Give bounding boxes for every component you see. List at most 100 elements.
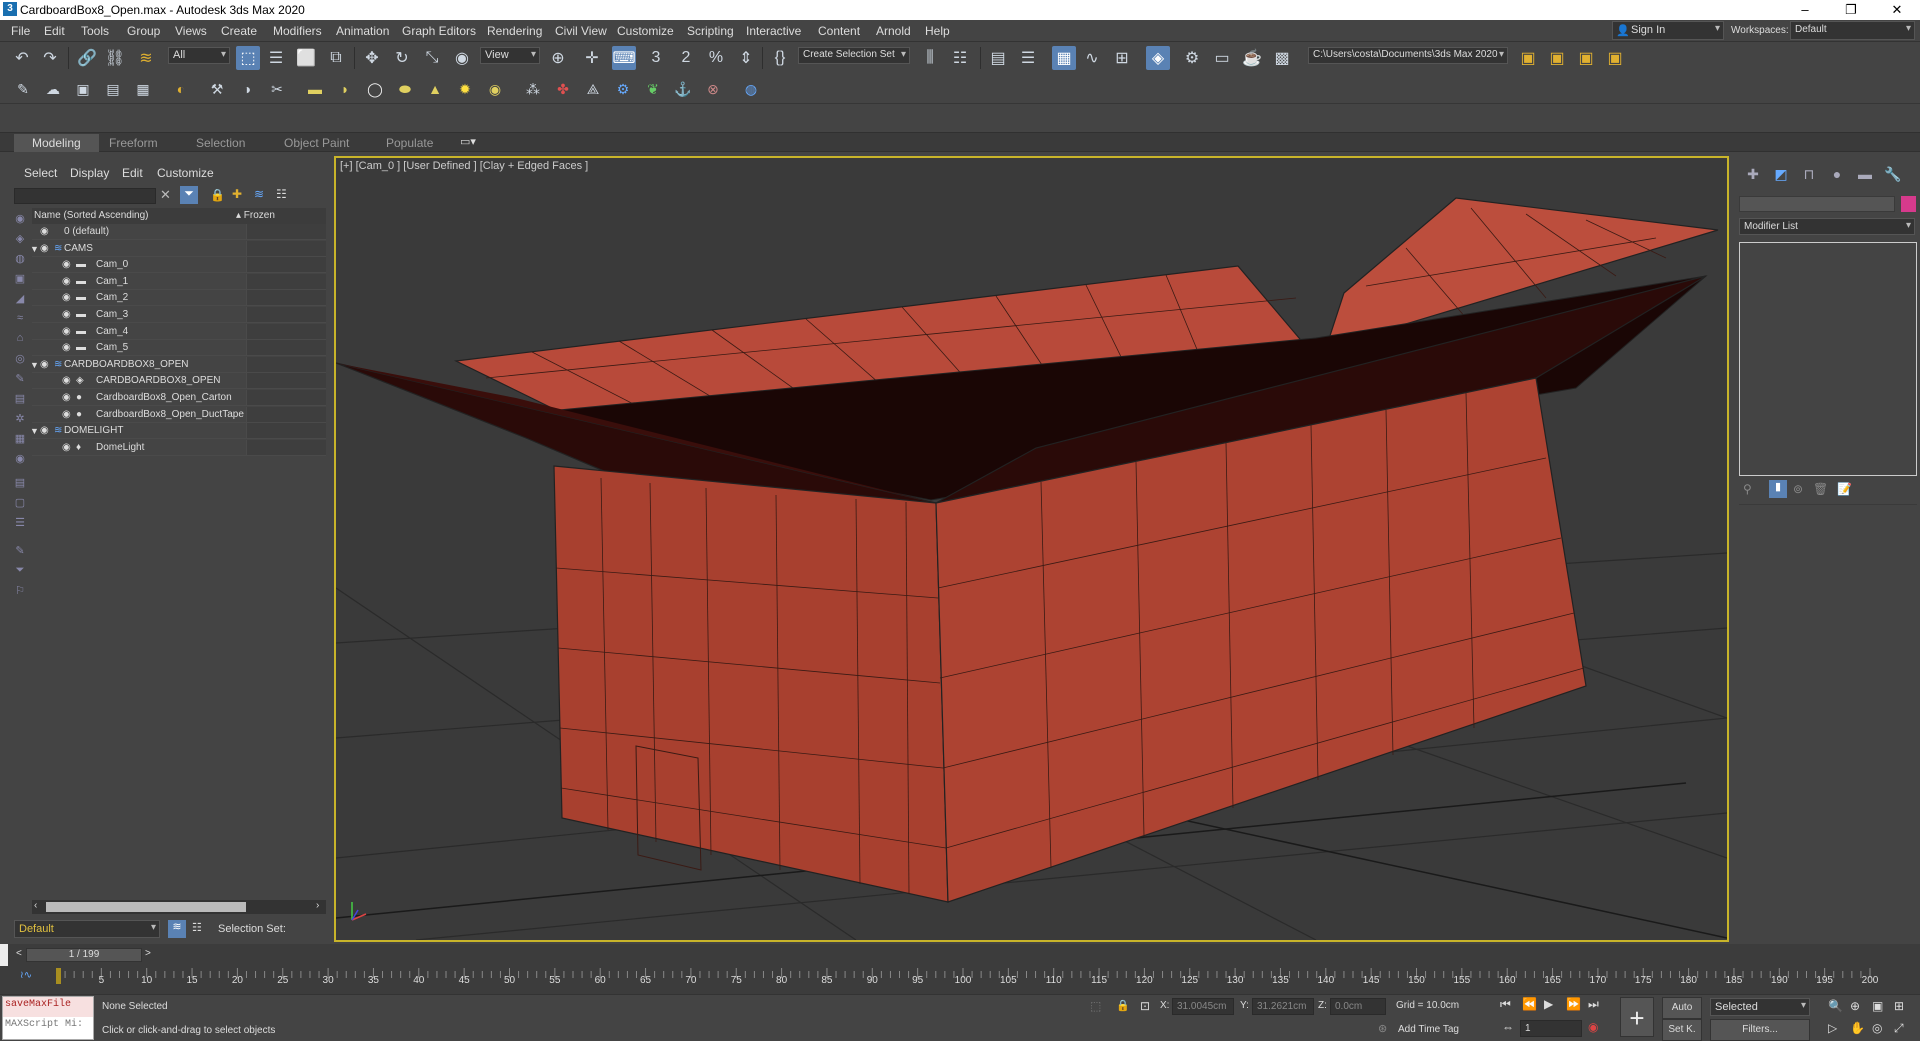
display-bones-icon[interactable]: ▤	[12, 392, 28, 406]
box-left-side[interactable]	[553, 465, 949, 903]
render-production-icon[interactable]: ☕	[1240, 46, 1264, 70]
redo-icon[interactable]: ↷	[38, 46, 62, 70]
layers-icon[interactable]: ≋	[254, 187, 264, 201]
create-tab-icon[interactable]: ✚	[1743, 166, 1763, 186]
se-menu-display[interactable]: Display	[70, 166, 109, 180]
curve-editor-icon[interactable]: ∿	[1080, 46, 1104, 70]
schematic-view-icon[interactable]: ⊞	[1110, 46, 1134, 70]
layer-dropdown[interactable]: Default	[14, 920, 160, 938]
utilities-tab-icon[interactable]: 🔧	[1883, 166, 1903, 186]
arnold-light-icon[interactable]: ▬	[304, 78, 326, 100]
frozen-cell[interactable]	[246, 240, 326, 256]
modify-tab-icon[interactable]: ◩	[1771, 166, 1791, 186]
unlink-icon[interactable]: ⛓	[103, 46, 127, 70]
visibility-eye-icon[interactable]: ◉	[40, 359, 49, 370]
display-groups-icon[interactable]: ◎	[12, 352, 28, 366]
maxscript-listener[interactable]: saveMaxFile MAXScript Mi:	[2, 996, 94, 1040]
arnold-procedural-icon[interactable]: ✤	[552, 78, 574, 100]
save-project-icon[interactable]: ▣	[1574, 46, 1598, 70]
frozen-cell[interactable]	[246, 390, 326, 405]
tab-object-paint[interactable]: Object Paint	[284, 136, 349, 150]
col-name-header[interactable]: Name (Sorted Ascending)	[34, 210, 149, 221]
ribbon-options-icon[interactable]: ▭▾	[460, 135, 476, 148]
viewport-cam0[interactable]: [+] [Cam_0 ] [User Defined ] [Clay + Edg…	[334, 156, 1729, 942]
arnold-plant-icon[interactable]: ❦	[642, 78, 664, 100]
angle-snap-icon[interactable]: 2	[674, 46, 698, 70]
hierarchy-icon[interactable]: ☷	[276, 187, 287, 201]
se-row[interactable]: ◉ ▬ Cam_4	[32, 323, 326, 340]
restore-icon[interactable]: ❐	[1828, 0, 1874, 20]
toggle-scene-explorer-icon[interactable]: ▤	[986, 46, 1010, 70]
key-mode-icon[interactable]: ⇔	[1502, 1020, 1514, 1034]
frozen-cell[interactable]	[246, 323, 326, 339]
menu-graph-editors[interactable]: Graph Editors	[402, 24, 476, 38]
frozen-cell[interactable]	[246, 224, 326, 239]
scroll-right-icon[interactable]: ›	[316, 900, 319, 911]
play-icon[interactable]: ▶	[1544, 997, 1553, 1011]
select-dependents-icon[interactable]: ⚐	[12, 584, 28, 598]
y-coord-field[interactable]: 31.2621cm	[1252, 998, 1314, 1015]
frozen-cell[interactable]	[246, 290, 326, 306]
se-row[interactable]: ◉ ▬ Cam_1	[32, 273, 326, 290]
lock-selection-icon[interactable]: 🔒	[1116, 999, 1130, 1012]
frozen-cell[interactable]	[246, 373, 326, 389]
display-influences-icon[interactable]: ☰	[12, 516, 28, 530]
se-row[interactable]: ◉ ▬ Cam_3	[32, 307, 326, 323]
col-frozen-header[interactable]: ▴ Frozen	[236, 210, 275, 221]
selection-set-icon[interactable]: ☷	[192, 921, 202, 934]
reference-coordinate-dropdown[interactable]: View	[480, 47, 540, 64]
z-coord-field[interactable]: 0.0cm	[1330, 998, 1386, 1015]
zoom-all-icon[interactable]: ⊕	[1850, 999, 1860, 1013]
close-icon[interactable]: ✕	[1874, 0, 1920, 20]
tab-populate[interactable]: Populate	[386, 136, 433, 150]
arnold-globe-icon[interactable]: ◍	[740, 78, 762, 100]
se-row[interactable]: ◉ ◈ CARDBOARDBOX8_OPEN	[32, 373, 326, 390]
display-shapes-icon[interactable]: ◍	[12, 252, 28, 266]
arnold-disc-icon[interactable]: ⬬	[394, 78, 416, 100]
display-lights-icon[interactable]: ▣	[12, 272, 28, 286]
arnold-ipr-icon[interactable]: ◑	[236, 78, 258, 100]
rotate-icon[interactable]: ↻	[390, 46, 414, 70]
key-filter-dropdown[interactable]: Selected	[1710, 998, 1810, 1016]
expand-icon[interactable]: ▼	[30, 360, 39, 370]
orbit-icon[interactable]: ◎	[1872, 1021, 1882, 1035]
display-helpers-icon[interactable]: ≈	[12, 312, 28, 326]
material-editor-icon[interactable]: ◈	[1146, 46, 1170, 70]
display-containers-icon[interactable]: ✲	[12, 412, 28, 426]
menu-edit[interactable]: Edit	[44, 24, 65, 38]
filter-toggle-icon[interactable]: ⏷	[12, 564, 28, 578]
sync-selection-icon[interactable]: ✎	[12, 544, 28, 558]
open-project-icon[interactable]: ▣	[1545, 46, 1569, 70]
arnold-skydome-icon[interactable]: ◗	[334, 78, 356, 100]
time-tag-icon[interactable]: ⊛	[1378, 1022, 1387, 1035]
make-unique-icon[interactable]: ⊚	[1793, 482, 1803, 496]
se-menu-edit[interactable]: Edit	[122, 166, 143, 180]
x-coord-field[interactable]: 31.0045cm	[1172, 998, 1234, 1015]
scale-icon[interactable]: ⤡	[420, 46, 444, 70]
auto-key-button[interactable]: Auto	[1662, 997, 1702, 1019]
set-key-button[interactable]: Set K.	[1662, 1019, 1702, 1041]
arnold-spot-icon[interactable]: ▲	[424, 78, 446, 100]
project-folder-dropdown[interactable]: C:\Users\costa\Documents\3ds Max 2020	[1308, 47, 1508, 64]
display-spacewarps-icon[interactable]: ⌂	[12, 332, 28, 346]
se-row[interactable]: ◉ ♦ DomeLight	[32, 439, 326, 456]
next-frame-icon[interactable]: ⏩	[1566, 997, 1581, 1011]
se-row[interactable]: ▼ ◉ ≋ DOMELIGHT	[30, 423, 326, 440]
hold-icon[interactable]: ▣	[72, 78, 94, 100]
pan-icon[interactable]: ✋	[1850, 1021, 1865, 1035]
show-end-result-icon[interactable]: ▮	[1769, 480, 1787, 498]
frozen-cell[interactable]	[246, 257, 326, 273]
tab-modeling[interactable]: Modeling	[14, 134, 99, 152]
link-icon[interactable]: 🔗	[75, 46, 99, 70]
se-row[interactable]: ▼ ◉ ≋ CARDBOARDBOX8_OPEN	[30, 356, 326, 373]
render-setup-icon[interactable]: ⚙	[1180, 46, 1204, 70]
menu-scripting[interactable]: Scripting	[687, 24, 734, 38]
arnold-render-icon[interactable]: ⚒	[206, 78, 228, 100]
absolute-mode-icon[interactable]: ⊡	[1140, 999, 1150, 1013]
hierarchy-tab-icon[interactable]: ⊓	[1799, 166, 1819, 186]
display-hidden-icon[interactable]: ◉	[12, 452, 28, 466]
visibility-eye-icon[interactable]: ◉	[40, 243, 49, 254]
add-layer-icon[interactable]: ✚	[232, 187, 242, 201]
lasso-icon[interactable]: ☁	[42, 78, 64, 100]
layer-explorer-icon[interactable]: ≋	[168, 920, 186, 938]
